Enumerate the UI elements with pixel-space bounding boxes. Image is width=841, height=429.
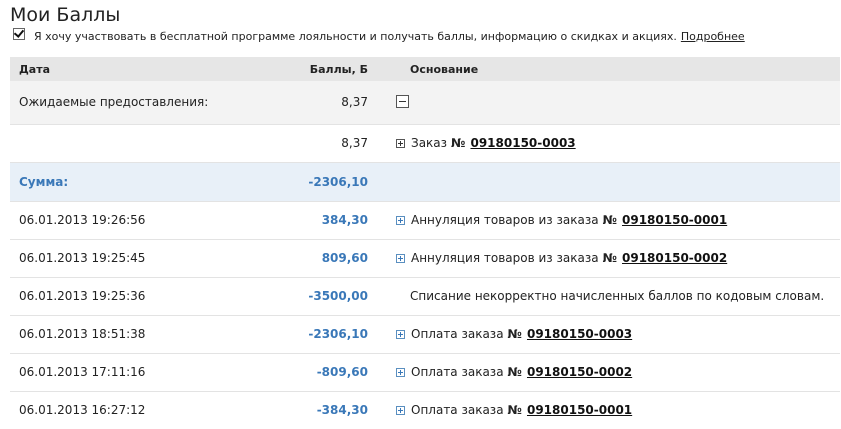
- table-row: 06.01.2013 18:51:38 -2306,10 Оплата зака…: [10, 316, 840, 354]
- table-header: Дата Баллы, Б Основание: [10, 57, 840, 81]
- row-amount: 384,30: [321, 213, 368, 227]
- number-sign: №: [451, 136, 466, 150]
- row-basis: Аннуляция товаров из заказа № 09180150-0…: [396, 213, 727, 227]
- basis-text: Оплата заказа: [411, 403, 504, 417]
- order-link[interactable]: 09180150-0003: [527, 327, 632, 341]
- table-row: 06.01.2013 19:25:36 -3500,00 Списание не…: [10, 278, 840, 316]
- expand-icon[interactable]: [396, 253, 405, 263]
- row-amount: -384,30: [316, 403, 368, 417]
- header-amount: Баллы, Б: [309, 63, 368, 76]
- row-date: 06.01.2013 17:11:16: [19, 365, 146, 379]
- expected-item-amount: 8,37: [341, 136, 368, 150]
- sum-label: Сумма:: [19, 175, 69, 189]
- basis-text: Аннуляция товаров из заказа: [411, 213, 599, 227]
- expand-icon[interactable]: [396, 329, 405, 339]
- loyalty-optin: Я хочу участвовать в бесплатной программ…: [13, 27, 745, 43]
- row-date: 06.01.2013 16:27:12: [19, 403, 146, 417]
- row-basis: Оплата заказа № 09180150-0003: [396, 327, 632, 341]
- number-sign: №: [602, 251, 617, 265]
- loyalty-optin-text: Я хочу участвовать в бесплатной программ…: [34, 30, 677, 43]
- header-date: Дата: [19, 63, 51, 76]
- expand-icon[interactable]: [396, 405, 405, 415]
- collapse-icon[interactable]: [396, 95, 409, 108]
- header-basis: Основание: [410, 63, 479, 76]
- expected-label: Ожидаемые предоставления:: [19, 95, 209, 109]
- expected-row: Ожидаемые предоставления: 8,37: [10, 81, 840, 125]
- table-row: 06.01.2013 17:11:16 -809,60 Оплата заказ…: [10, 354, 840, 392]
- row-amount: -809,60: [316, 365, 368, 379]
- sum-row: Сумма: -2306,10: [10, 163, 840, 202]
- expected-amount: 8,37: [341, 95, 368, 109]
- order-link[interactable]: 09180150-0001: [527, 403, 632, 417]
- expected-toggle-cell: [396, 95, 415, 108]
- basis-text: Аннуляция товаров из заказа: [411, 251, 599, 265]
- basis-text: Оплата заказа: [411, 327, 504, 341]
- row-basis: Аннуляция товаров из заказа № 09180150-0…: [396, 251, 727, 265]
- number-sign: №: [507, 403, 522, 417]
- loyalty-checkbox[interactable]: [13, 27, 25, 40]
- order-link[interactable]: 09180150-0003: [470, 136, 575, 150]
- table-row: 06.01.2013 19:26:56 384,30 Аннуляция тов…: [10, 202, 840, 240]
- order-link[interactable]: 09180150-0002: [622, 251, 727, 265]
- page-title: Мои Баллы: [10, 4, 121, 26]
- order-link[interactable]: 09180150-0001: [622, 213, 727, 227]
- row-basis: Оплата заказа № 09180150-0001: [396, 403, 632, 417]
- row-amount: -2306,10: [308, 327, 368, 341]
- row-basis: Списание некорректно начисленных баллов …: [410, 289, 824, 303]
- row-amount: 809,60: [321, 251, 368, 265]
- expected-item-basis: Заказ № 09180150-0003: [396, 136, 576, 150]
- basis-text: Заказ: [411, 136, 448, 150]
- number-sign: №: [507, 365, 522, 379]
- number-sign: №: [507, 327, 522, 341]
- row-amount: -3500,00: [308, 289, 368, 303]
- row-date: 06.01.2013 18:51:38: [19, 327, 146, 341]
- row-basis: Оплата заказа № 09180150-0002: [396, 365, 632, 379]
- row-date: 06.01.2013 19:26:56: [19, 213, 146, 227]
- row-date: 06.01.2013 19:25:45: [19, 251, 146, 265]
- expected-item-row: 8,37 Заказ № 09180150-0003: [10, 125, 840, 163]
- table-row: 06.01.2013 16:27:12 -384,30 Оплата заказ…: [10, 392, 840, 429]
- sum-amount: -2306,10: [308, 175, 368, 189]
- expand-icon[interactable]: [396, 367, 405, 377]
- basis-text: Списание некорректно начисленных баллов …: [410, 289, 825, 303]
- points-table: Дата Баллы, Б Основание Ожидаемые предос…: [10, 57, 840, 429]
- row-date: 06.01.2013 19:25:36: [19, 289, 146, 303]
- order-link[interactable]: 09180150-0002: [527, 365, 632, 379]
- expand-icon[interactable]: [396, 215, 405, 225]
- details-link[interactable]: Подробнее: [681, 30, 745, 43]
- table-row: 06.01.2013 19:25:45 809,60 Аннуляция тов…: [10, 240, 840, 278]
- number-sign: №: [602, 213, 617, 227]
- basis-text: Оплата заказа: [411, 365, 504, 379]
- expand-icon[interactable]: [396, 138, 405, 148]
